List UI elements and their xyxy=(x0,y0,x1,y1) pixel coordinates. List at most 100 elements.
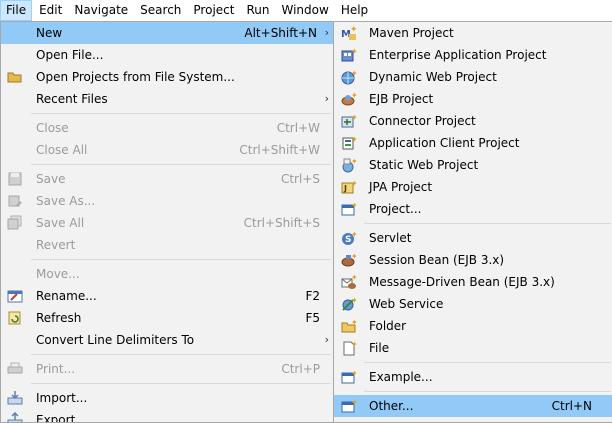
menu-help[interactable]: Help xyxy=(336,0,373,21)
menu-separator xyxy=(1,256,333,263)
menu-edit[interactable]: Edit xyxy=(34,0,67,21)
web-service-icon: ✦ xyxy=(341,296,357,312)
svg-text:✦: ✦ xyxy=(351,369,357,378)
svg-text:✦: ✦ xyxy=(351,113,357,122)
svg-text:✦: ✦ xyxy=(351,252,357,261)
submenu-arrow-icon: › xyxy=(324,92,329,105)
menu-item-label: Static Web Project xyxy=(369,158,479,172)
svg-text:✦: ✦ xyxy=(351,398,357,407)
menu-item-save-as[interactable]: Save As... xyxy=(1,190,333,212)
menu-separator xyxy=(1,351,333,358)
import-icon xyxy=(7,390,23,406)
menu-item-label: Connector Project xyxy=(369,114,476,128)
menu-file[interactable]: File xyxy=(0,0,33,21)
menu-item-shortcut: Ctrl+N xyxy=(551,399,592,413)
menu-separator xyxy=(1,161,333,168)
svg-text:✦: ✦ xyxy=(351,296,357,305)
menu-item-dynamic-web-project[interactable]: ✦ Dynamic Web Project xyxy=(334,66,612,88)
menu-item-open-projects[interactable]: Open Projects from File System... xyxy=(1,66,333,88)
menu-item-message-driven-bean[interactable]: ✦ Message-Driven Bean (EJB 3.x) xyxy=(334,271,612,293)
menu-item-label: Dynamic Web Project xyxy=(369,70,497,84)
menu-item-application-client-project[interactable]: ✦ Application Client Project xyxy=(334,132,612,154)
menu-item-print[interactable]: Print... Ctrl+P xyxy=(1,358,333,380)
connector-project-icon: ✦ xyxy=(341,113,357,129)
menu-item-label: Project... xyxy=(369,202,422,216)
menu-item-close[interactable]: Close Ctrl+W xyxy=(1,117,333,139)
menu-item-label: Enterprise Application Project xyxy=(369,48,547,62)
file-menu: New Alt+Shift+N › Open File... Open Proj… xyxy=(0,21,334,423)
menu-item-label: Import... xyxy=(36,391,88,405)
menu-item-connector-project[interactable]: ✦ Connector Project xyxy=(334,110,612,132)
menu-item-jpa-project[interactable]: J✦ JPA Project xyxy=(334,176,612,198)
menu-item-shortcut: F5 xyxy=(305,311,320,325)
menu-item-move[interactable]: Move... xyxy=(1,263,333,285)
menu-navigate[interactable]: Navigate xyxy=(69,0,133,21)
menu-item-servlet[interactable]: S✦ Servlet xyxy=(334,227,612,249)
menu-item-recent-files[interactable]: Recent Files › xyxy=(1,88,333,110)
folder-icon: ✦ xyxy=(341,318,357,334)
menu-search[interactable]: Search xyxy=(135,0,186,21)
menu-item-new[interactable]: New Alt+Shift+N › xyxy=(1,22,333,44)
menu-item-file[interactable]: ✦ File xyxy=(334,337,612,359)
menu-item-save-all[interactable]: Save All Ctrl+Shift+S xyxy=(1,212,333,234)
menu-item-label: Save As... xyxy=(36,194,96,208)
menu-item-save[interactable]: Save Ctrl+S xyxy=(1,168,333,190)
menu-item-label: Servlet xyxy=(369,231,412,245)
menu-item-session-bean[interactable]: ✦ Session Bean (EJB 3.x) xyxy=(334,249,612,271)
menu-item-open-file[interactable]: Open File... xyxy=(1,44,333,66)
menu-item-project[interactable]: ✦ Project... xyxy=(334,198,612,220)
menu-window[interactable]: Window xyxy=(276,0,333,21)
menu-item-refresh[interactable]: Refresh F5 xyxy=(1,307,333,329)
menu-item-label: Session Bean (EJB 3.x) xyxy=(369,253,505,267)
menu-item-label: New xyxy=(36,26,63,40)
svg-text:✦: ✦ xyxy=(350,25,357,35)
menu-item-enterprise-application-project[interactable]: ✦ Enterprise Application Project xyxy=(334,44,612,66)
menu-item-revert[interactable]: Revert xyxy=(1,234,333,256)
menu-item-import[interactable]: Import... xyxy=(1,387,333,409)
menu-project[interactable]: Project xyxy=(188,0,239,21)
svg-text:✦: ✦ xyxy=(351,69,357,78)
menu-item-maven-project[interactable]: M ✦ Maven Project xyxy=(334,22,612,44)
servlet-icon: S✦ xyxy=(341,230,357,246)
maven-project-icon: M ✦ xyxy=(341,25,357,41)
static-web-project-icon: ✦ xyxy=(341,157,357,173)
menu-item-static-web-project[interactable]: ✦ Static Web Project xyxy=(334,154,612,176)
menu-item-shortcut: Ctrl+S xyxy=(280,172,320,186)
menu-separator xyxy=(1,110,333,117)
menu-item-folder[interactable]: ✦ Folder xyxy=(334,315,612,337)
menu-item-web-service[interactable]: ✦ Web Service xyxy=(334,293,612,315)
folder-open-icon xyxy=(7,69,23,85)
menu-item-rename[interactable]: Rename... F2 xyxy=(1,285,333,307)
menu-item-shortcut: Alt+Shift+N xyxy=(244,26,317,40)
save-as-icon xyxy=(7,193,23,209)
svg-text:✦: ✦ xyxy=(351,135,357,144)
example-icon: ✦ xyxy=(341,369,357,385)
menu-item-label: Application Client Project xyxy=(369,136,520,150)
menu-item-convert-line-delimiters[interactable]: Convert Line Delimiters To › xyxy=(1,329,333,351)
menu-separator xyxy=(1,380,333,387)
menu-item-close-all[interactable]: Close All Ctrl+Shift+W xyxy=(1,139,333,161)
menu-separator xyxy=(334,220,612,227)
menu-separator xyxy=(334,359,612,366)
jpa-project-icon: J✦ xyxy=(341,179,357,195)
other-wizard-icon: ✦ xyxy=(341,398,357,414)
menu-item-example[interactable]: ✦ Example... xyxy=(334,366,612,388)
menu-separator xyxy=(334,388,612,395)
project-icon: ✦ xyxy=(341,201,357,217)
menu-item-label: Web Service xyxy=(369,297,444,311)
export-icon xyxy=(7,412,23,422)
menu-item-ejb-project[interactable]: ✦ EJB Project xyxy=(334,88,612,110)
save-all-icon xyxy=(7,215,23,231)
svg-text:✦: ✦ xyxy=(351,201,357,210)
menu-run[interactable]: Run xyxy=(241,0,274,21)
menu-item-shortcut: Ctrl+W xyxy=(276,121,320,135)
file-icon: ✦ xyxy=(341,340,357,356)
menu-item-other[interactable]: ✦ Other... Ctrl+N xyxy=(334,395,612,417)
svg-text:✦: ✦ xyxy=(351,91,357,100)
menu-item-label: Convert Line Delimiters To xyxy=(36,333,195,347)
svg-text:J: J xyxy=(343,184,347,193)
menu-item-label: Save All xyxy=(36,216,85,230)
menu-item-shortcut: Ctrl+Shift+S xyxy=(243,216,320,230)
menu-item-label: Open Projects from File System... xyxy=(36,70,235,84)
svg-text:✦: ✦ xyxy=(351,47,357,56)
